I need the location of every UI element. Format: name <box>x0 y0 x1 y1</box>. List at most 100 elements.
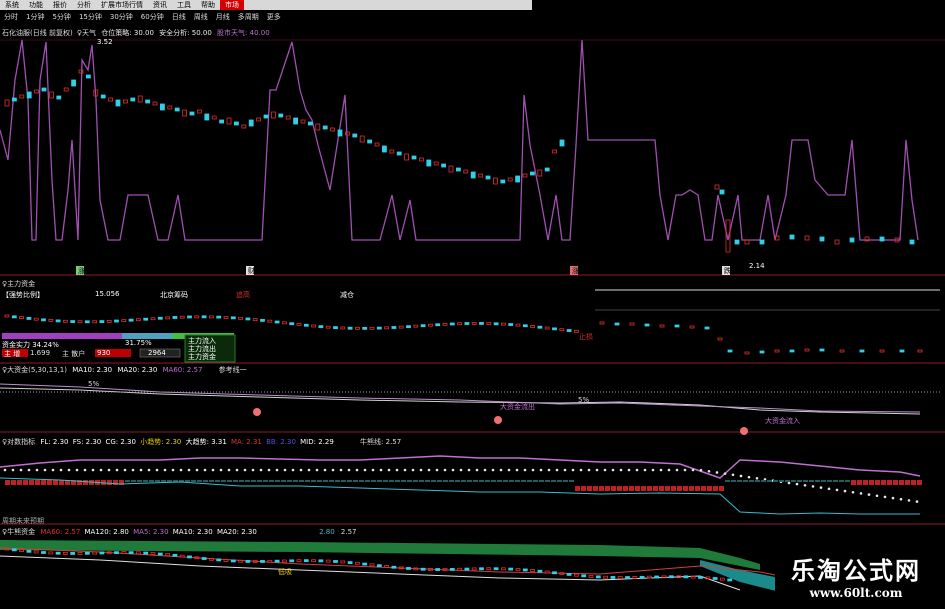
log-cyan-line <box>0 477 920 515</box>
bar <box>383 480 388 482</box>
candle <box>278 113 284 118</box>
bar <box>497 480 502 482</box>
bar <box>737 480 742 482</box>
candle <box>260 318 265 322</box>
candle <box>92 551 97 555</box>
candle <box>420 324 426 328</box>
bar <box>647 486 652 491</box>
candle <box>137 95 143 103</box>
bar <box>227 480 232 482</box>
candle <box>99 320 105 323</box>
bar <box>461 480 466 482</box>
p3-note: 参考线一 <box>218 366 247 374</box>
candle <box>106 319 112 323</box>
dot <box>59 468 63 472</box>
candle <box>406 567 411 570</box>
bar <box>827 480 832 482</box>
bar <box>479 480 484 482</box>
candle <box>493 567 499 571</box>
dot <box>667 468 671 472</box>
bar <box>677 486 682 491</box>
candle <box>121 319 127 323</box>
bar <box>833 480 838 482</box>
bar <box>185 480 190 482</box>
bar <box>863 480 868 485</box>
candle <box>84 320 90 324</box>
dot <box>587 468 591 472</box>
bar <box>131 480 136 482</box>
dot <box>387 468 391 472</box>
candle <box>11 97 17 102</box>
candle <box>293 117 299 125</box>
candle <box>26 317 32 320</box>
candle <box>315 123 321 131</box>
bar <box>197 480 202 482</box>
dot <box>155 468 159 472</box>
watermark-name: 乐淘公式网 <box>791 557 921 585</box>
dot <box>627 468 631 472</box>
bar <box>449 480 454 482</box>
dot <box>435 468 439 472</box>
bar <box>431 480 436 482</box>
marker-label-3: 涨 <box>572 267 579 275</box>
bar <box>593 486 598 491</box>
p2-stoploss: 止损 <box>579 333 593 341</box>
bar <box>359 480 364 482</box>
dot <box>35 468 39 472</box>
candle <box>457 567 463 571</box>
candle <box>340 326 346 330</box>
dot <box>699 468 703 472</box>
dot <box>787 481 791 485</box>
candle <box>879 236 885 242</box>
candle <box>208 557 214 561</box>
bar <box>917 480 922 485</box>
dot <box>563 468 567 472</box>
candle <box>588 575 594 578</box>
candle <box>359 135 365 143</box>
bar <box>29 480 34 485</box>
dot <box>643 468 647 472</box>
dot <box>411 468 415 472</box>
bar <box>773 480 778 482</box>
bar <box>437 480 442 482</box>
dot <box>579 468 583 472</box>
bar <box>551 480 556 482</box>
bar <box>665 486 670 491</box>
p4-extra: 牛熊线: 2.57 <box>360 438 402 446</box>
bar <box>5 480 10 485</box>
candle <box>211 115 217 120</box>
candle <box>333 326 338 330</box>
p5-title: ♀牛熊资金 <box>2 528 36 536</box>
dot <box>187 468 191 472</box>
bar <box>467 480 472 482</box>
candle <box>559 139 565 147</box>
candle <box>500 567 506 571</box>
dot <box>835 488 839 492</box>
candle <box>471 322 477 325</box>
p2-n3: 930 <box>97 349 111 357</box>
candle <box>34 89 39 94</box>
candle <box>500 179 506 184</box>
bar <box>659 486 664 491</box>
candle <box>33 550 39 554</box>
candle <box>187 555 192 559</box>
candle <box>77 320 83 324</box>
bar <box>821 480 826 482</box>
candle <box>143 551 149 555</box>
chart-canvas <box>0 39 945 592</box>
dot <box>803 483 807 487</box>
dot <box>859 492 863 495</box>
dot <box>99 468 103 472</box>
candle <box>216 315 222 319</box>
candle <box>63 319 68 323</box>
p2-tag-right: 减仓 <box>340 291 354 299</box>
bar <box>623 486 628 491</box>
bar <box>425 480 430 482</box>
candle <box>552 149 557 154</box>
bar <box>701 486 706 491</box>
bar <box>629 486 634 491</box>
candle <box>157 552 163 556</box>
p3-ann2: 大资金流入 <box>765 417 800 425</box>
candle <box>318 325 324 329</box>
candle <box>819 236 825 242</box>
